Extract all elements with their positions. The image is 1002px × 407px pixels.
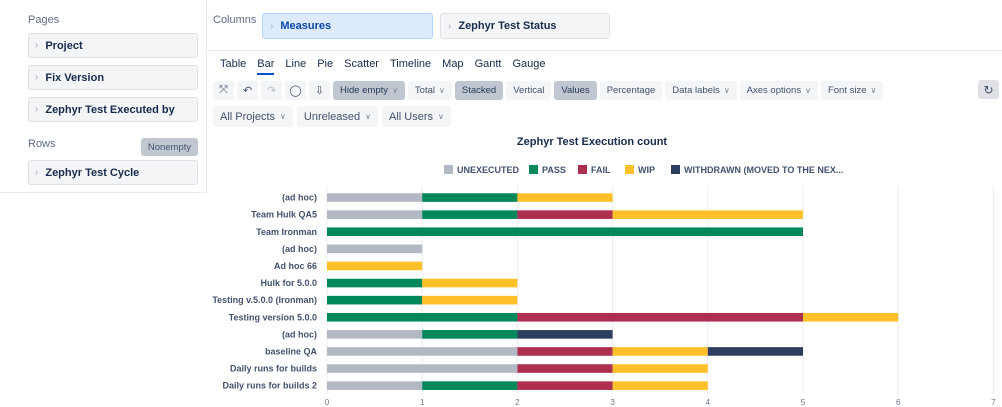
x-tick-label: 2 — [515, 398, 520, 407]
bar-segment — [517, 330, 613, 339]
category-label: (ad hoc) — [282, 193, 317, 203]
bar-segment — [517, 193, 613, 202]
bar-segment — [327, 347, 518, 356]
bar-segment — [327, 193, 423, 202]
bar-segment — [327, 244, 423, 254]
bar-segment — [327, 261, 423, 271]
chart-title: Zephyr Test Execution count — [517, 136, 667, 148]
category-label: (ad hoc) — [282, 329, 317, 339]
category-label: Testing version 5.0.0 — [229, 312, 317, 322]
legend-label: WITHDRAWN (MOVED TO THE NEX... — [684, 165, 843, 175]
category-label: Team Hulk QA5 — [251, 210, 317, 220]
bar-segment — [517, 364, 613, 373]
bar-segment — [327, 312, 518, 322]
x-tick-label: 7 — [991, 398, 996, 407]
bar-segment — [422, 193, 518, 202]
bar-segment — [422, 330, 518, 339]
bar-segment — [612, 381, 708, 390]
category-label: (ad hoc) — [282, 244, 317, 254]
bar-segment — [803, 312, 899, 322]
legend-swatch — [625, 165, 634, 174]
bar-segment — [327, 330, 423, 339]
legend-swatch — [578, 165, 587, 174]
legend-swatch — [671, 165, 680, 174]
category-label: Ad hoc 66 — [274, 261, 317, 271]
x-tick-label: 1 — [420, 398, 425, 407]
bar-segment — [517, 381, 613, 390]
x-tick-label: 5 — [801, 398, 806, 407]
bar-segment — [422, 381, 518, 390]
legend-label: UNEXECUTED — [457, 165, 520, 175]
x-tick-label: 4 — [706, 398, 711, 407]
bar-segment — [517, 312, 803, 322]
bar-segment — [517, 347, 613, 356]
bar-segment — [612, 347, 708, 356]
bar-segment — [327, 381, 423, 390]
bar-segment — [422, 210, 518, 219]
category-label: baseline QA — [265, 346, 318, 356]
x-tick-label: 0 — [325, 398, 330, 407]
bar-segment — [612, 210, 803, 219]
legend-label: FAIL — [591, 165, 611, 175]
category-label: Team Ironman — [256, 227, 317, 237]
category-label: Daily runs for builds — [230, 364, 317, 374]
legend-swatch — [529, 165, 538, 174]
bar-chart: Zephyr Test Execution count UNEXECUTED PAS… — [212, 136, 996, 407]
x-tick-label: 6 — [896, 398, 901, 407]
x-tick-label: 3 — [610, 398, 615, 407]
bar-segment — [327, 295, 423, 305]
bar-segment — [327, 227, 803, 237]
legend-swatch — [444, 165, 453, 174]
category-label: Testing v.5.0.0 (Ironman) — [212, 295, 317, 305]
bar-segment — [327, 278, 423, 288]
bar-segment — [422, 295, 518, 305]
bar-segment — [422, 278, 518, 288]
bar-segment — [517, 210, 613, 219]
bar-segment — [327, 364, 518, 373]
bar-segment — [707, 347, 803, 356]
legend-label: PASS — [542, 165, 566, 175]
category-label: Daily runs for builds 2 — [222, 381, 317, 391]
bar-segment — [327, 210, 423, 219]
legend-label: WIP — [638, 165, 655, 175]
bar-segment — [612, 364, 708, 373]
category-label: Hulk for 5.0.0 — [260, 278, 317, 288]
